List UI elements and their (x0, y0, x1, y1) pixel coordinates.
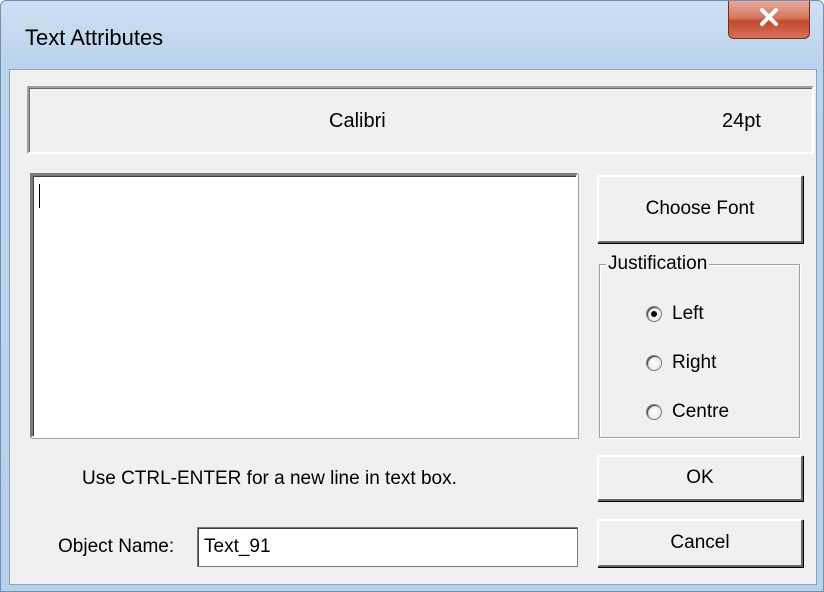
text-caret (39, 184, 40, 208)
radio-right[interactable]: Right (646, 352, 716, 374)
font-size-display: 24pt (722, 110, 761, 132)
close-icon (758, 7, 780, 32)
text-content-box[interactable] (30, 173, 578, 438)
radio-left-label: Left (672, 303, 704, 324)
radio-centre-icon[interactable] (646, 404, 662, 420)
justification-label: Justification (606, 253, 710, 275)
font-name-display: Calibri (329, 110, 386, 132)
ctrl-enter-hint: Use CTRL-ENTER for a new line in text bo… (82, 468, 457, 489)
object-name-input[interactable] (197, 527, 578, 567)
ok-button[interactable]: OK (597, 455, 803, 501)
cancel-button[interactable]: Cancel (597, 519, 803, 567)
radio-left[interactable]: Left (646, 303, 704, 325)
choose-font-button[interactable]: Choose Font (597, 175, 803, 243)
window-title: Text Attributes (25, 25, 164, 50)
justification-group: Justification Left Right Centre (599, 253, 800, 438)
object-name-label: Object Name: (58, 536, 175, 557)
dialog-body: Calibri 24pt Choose Font Justification L… (9, 69, 817, 585)
title-bar[interactable]: Text Attributes (1, 1, 824, 69)
radio-right-label: Right (672, 352, 717, 373)
font-display-panel: Calibri 24pt (27, 86, 814, 154)
radio-left-icon[interactable] (646, 306, 662, 322)
close-button[interactable] (728, 1, 810, 39)
dialog-window: Text Attributes Calibri 24pt Choose Font… (0, 0, 824, 592)
radio-right-icon[interactable] (646, 355, 662, 371)
radio-centre[interactable]: Centre (646, 401, 729, 423)
radio-centre-label: Centre (672, 401, 730, 422)
